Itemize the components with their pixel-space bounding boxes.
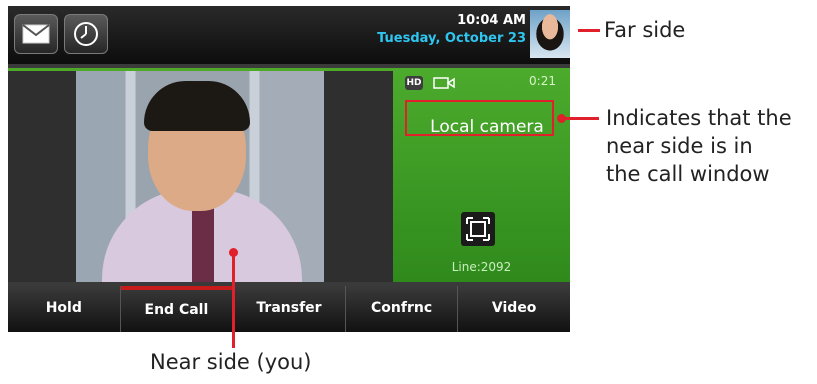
person-tie [192, 199, 214, 282]
recent-calls-button[interactable] [64, 14, 108, 54]
fullscreen-button[interactable] [461, 212, 495, 246]
indicates-line-3: the call window [606, 162, 770, 186]
call-timer: 0:21 [529, 74, 556, 88]
indicates-callout: Indicates that the near side is in the c… [606, 104, 792, 188]
near-side-leader [232, 253, 235, 348]
hold-button[interactable]: Hold [8, 286, 121, 332]
clock-icon [74, 22, 98, 46]
hd-icon: HD [405, 76, 423, 90]
phone-screen: 10:04 AM Tuesday, October 23 HD 0:21 Loc… [8, 6, 570, 332]
video-pane [8, 68, 393, 282]
messages-button[interactable] [14, 14, 58, 54]
fullscreen-icon [466, 217, 490, 241]
date-time: 10:04 AM Tuesday, October 23 [377, 12, 526, 48]
clock-date: Tuesday, October 23 [377, 31, 526, 46]
end-call-button[interactable]: End Call [120, 286, 234, 332]
far-side-thumbnail[interactable] [530, 10, 570, 58]
far-side-leader [578, 29, 600, 32]
transfer-button[interactable]: Transfer [233, 286, 346, 332]
indicates-leader [563, 117, 599, 120]
near-side-callout: Near side (you) [150, 350, 312, 374]
clock-time: 10:04 AM [457, 13, 526, 28]
status-bar: 10:04 AM Tuesday, October 23 [8, 6, 570, 64]
line-number: Line:2092 [451, 260, 512, 274]
person-hair [144, 81, 250, 131]
indicates-line-2: near side is in [606, 134, 753, 158]
mail-icon [22, 24, 50, 44]
local-camera-highlight [405, 100, 554, 136]
near-side-video[interactable] [76, 71, 324, 282]
video-button[interactable]: Video [458, 286, 570, 332]
camera-icon [433, 77, 455, 89]
conference-button[interactable]: Confrnc [346, 286, 459, 332]
call-window: HD 0:21 Local camera Line:2092 [8, 64, 570, 286]
indicates-line-1: Indicates that the [606, 106, 792, 130]
softkey-bar: Hold End Call Transfer Confrnc Video [8, 286, 570, 332]
far-side-callout: Far side [604, 18, 686, 42]
